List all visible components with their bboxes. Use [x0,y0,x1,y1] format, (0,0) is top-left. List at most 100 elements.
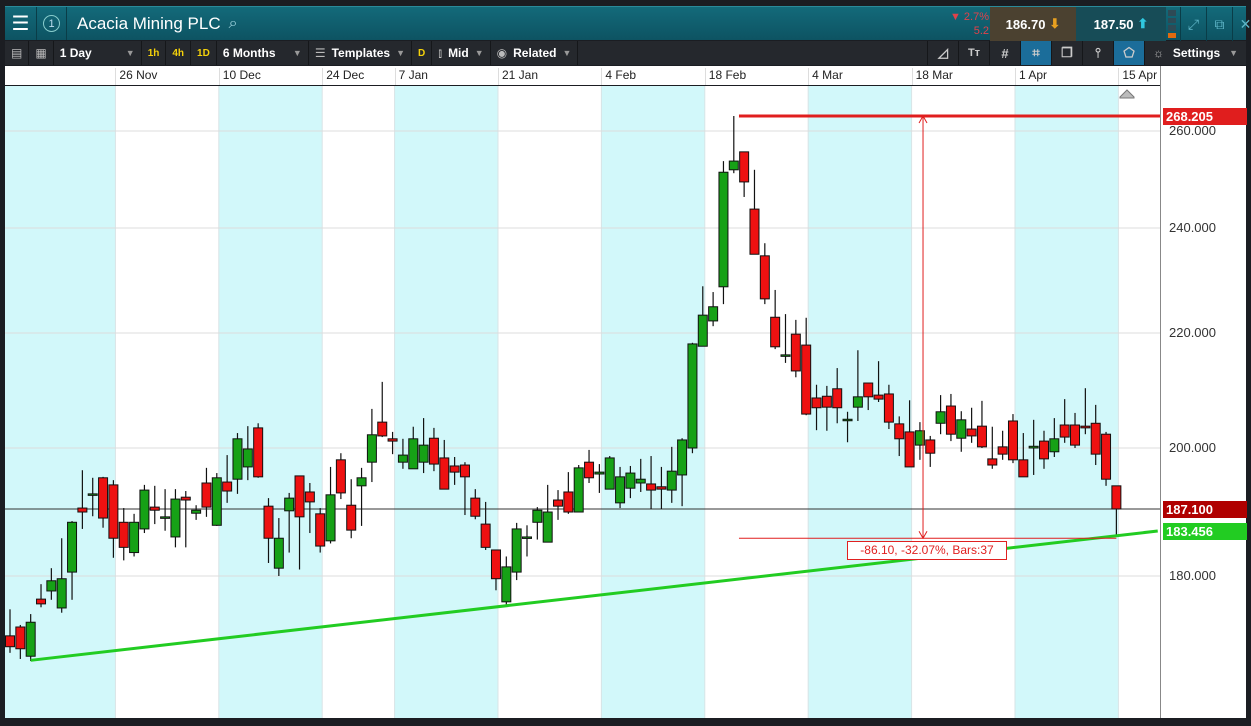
candlestick-chart [5,86,1160,718]
candle-down [149,506,160,511]
candle-down [201,482,212,508]
candle-down [646,483,657,491]
candle-up [956,419,967,439]
candle-up [160,516,171,519]
candle-down [821,395,832,408]
candle-down [790,333,801,372]
candle-down [976,425,987,448]
candle-up [397,454,408,463]
candle-up [728,160,739,171]
candle-down [811,397,822,409]
candle-down [263,505,274,539]
candle-up [615,476,626,504]
candle-down [294,475,305,518]
candle-up [211,477,222,526]
candle-down [36,598,47,605]
candle-up [573,467,584,513]
candle-up [56,578,67,609]
candle-up [325,494,336,542]
candle-down [904,431,915,468]
candle-down [459,464,470,478]
candle-down [377,421,388,437]
candle-down [1039,440,1049,460]
candle-up [842,418,853,422]
candle-up [780,354,791,357]
candle-up [87,493,98,496]
candle-up [697,314,708,347]
candle-down [987,458,998,466]
candle-down [98,477,109,519]
candle-down [1111,485,1122,510]
candle-up [139,489,150,530]
candle-down [1080,425,1091,429]
candle-up [67,521,78,573]
candle-down [553,499,564,507]
candle-down [801,344,812,415]
candle-down [346,504,357,531]
candle-up [522,536,532,539]
period-band [218,86,323,718]
candle-down [832,388,843,409]
candle-down [490,549,501,580]
candle-down [315,513,326,547]
candle-up [191,509,202,514]
candle-up [677,439,688,476]
candle-down [449,465,460,473]
candle-down [894,423,905,440]
candle-up [232,438,243,480]
candle-down [759,255,770,300]
candle-up [366,434,377,463]
candle-up [687,343,698,449]
candle-down [108,484,119,539]
candle-down [863,382,874,398]
period-band [1014,86,1119,718]
candle-down [563,491,574,513]
candle-down [925,439,936,454]
candle-up [25,621,36,657]
candle-down [439,457,450,490]
candle-down [5,635,15,648]
candle-down [997,446,1008,455]
candle-up [242,448,253,468]
candle-up [170,498,181,538]
candle-down [1059,424,1070,438]
measurement-label: -86.10, -32.07%, Bars:37 [847,541,1007,560]
candle-down [739,151,750,183]
candle-up [273,537,284,569]
candle-down [480,523,491,548]
candle-down [1007,420,1018,461]
candle-down [304,491,315,503]
candle-up [284,497,295,512]
candle-up [356,477,367,487]
candle-up [852,396,863,408]
candle-up [708,306,719,322]
candle-down [656,486,667,490]
candle-down [387,438,398,442]
candle-down [1090,422,1101,455]
candle-down [883,393,894,423]
candle-up [511,528,522,573]
candle-down [1070,424,1081,446]
period-band [5,86,116,718]
candle-up [129,521,140,554]
candle-up [46,580,57,592]
candle-down [77,507,88,513]
candle-down [1101,433,1112,480]
candle-up [635,478,646,484]
candle-up [594,471,605,475]
candle-down [428,437,439,465]
candle-down [584,461,595,479]
candle-up [1028,445,1039,449]
candle-down [180,496,191,501]
candle-down [118,521,129,548]
candle-up [501,566,512,603]
candle-down [222,481,233,492]
candle-down [749,208,760,255]
candle-up [604,457,615,490]
candle-down [470,497,481,517]
candle-up [542,511,553,543]
candle-up [935,411,946,424]
candle-down [966,428,977,437]
candle-up [1049,438,1060,453]
candle-up [408,438,419,470]
